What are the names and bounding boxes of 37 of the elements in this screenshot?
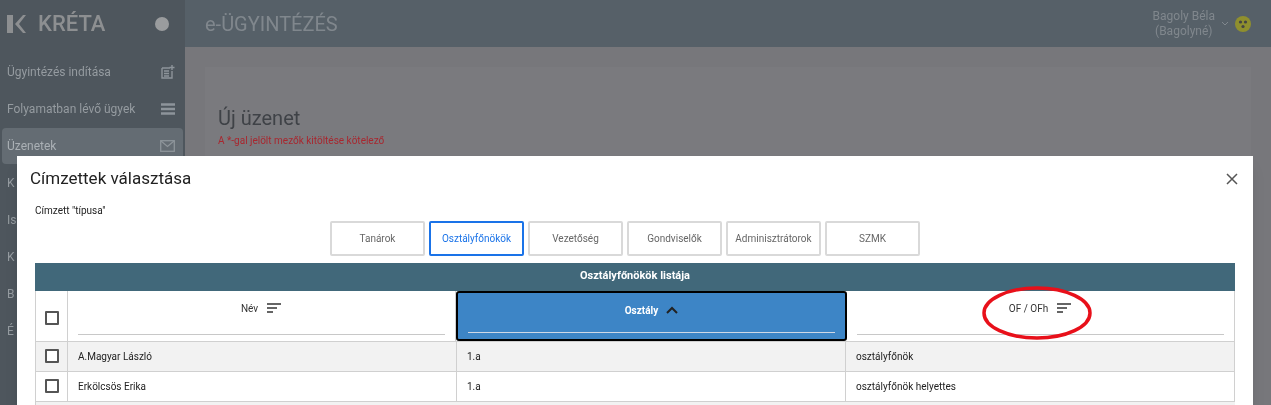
column-label: OF / OFh — [1008, 301, 1049, 316]
checkbox[interactable] — [44, 310, 59, 325]
sort-icon — [266, 302, 283, 314]
sort-icon — [1056, 302, 1073, 314]
caret-up-icon — [666, 306, 679, 314]
checkbox[interactable] — [44, 379, 59, 393]
table-cell: A.Magyar László — [68, 341, 457, 371]
column-header[interactable]: Osztály — [456, 290, 847, 341]
note-add-icon — [161, 65, 175, 79]
table-cell: osztályfőnök — [846, 341, 1235, 371]
required-note: A *-gal jelölt mezők kitöltése kötelező — [218, 134, 386, 148]
recipient-type-tab[interactable]: Tanárok — [330, 220, 425, 256]
recipient-type-tab[interactable]: SZMK — [825, 220, 920, 256]
mail-icon — [160, 140, 175, 152]
column-header[interactable]: Név — [68, 290, 456, 341]
avatar-icon — [1235, 15, 1251, 32]
page-heading: Új üzenet — [218, 105, 302, 132]
close-icon[interactable] — [1226, 172, 1238, 185]
dialog-title: Címzettek választása — [30, 167, 192, 190]
recipient-type-tab[interactable]: Gondviselők — [627, 220, 722, 256]
recipient-type-tab[interactable]: Osztályfőnökök — [429, 220, 524, 256]
table-title-bar: Osztályfőnökök listája — [35, 262, 1235, 291]
table-cell: 1.a — [457, 341, 846, 371]
table-cell: Erkölcsös Erika — [68, 371, 457, 401]
table-cell: 1.a — [457, 371, 846, 401]
recipient-type-tab[interactable]: Vezetőség — [528, 220, 623, 256]
recipient-type-tab[interactable]: Adminisztrátorok — [726, 220, 821, 256]
column-label: Név — [240, 301, 259, 316]
type-label: Címzett "típusa" — [34, 203, 107, 218]
checkbox[interactable] — [44, 349, 59, 363]
chevron-down-icon — [1221, 20, 1229, 27]
logo-icon — [6, 13, 26, 34]
list-icon — [161, 103, 175, 115]
table-cell: osztályfőnök helyettes — [846, 371, 1235, 401]
column-label: Osztály — [624, 303, 659, 318]
column-header[interactable]: OF / OFh — [847, 290, 1235, 341]
logo-text: KRÉTA — [38, 10, 106, 38]
